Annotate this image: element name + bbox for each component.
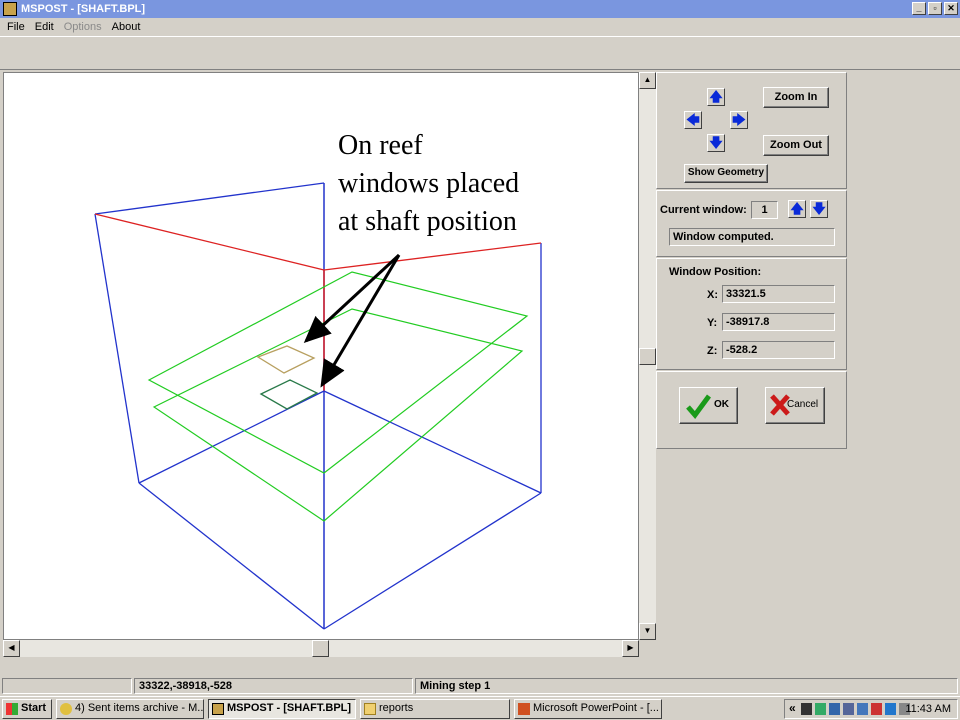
pan-right-icon[interactable]: 🡆 — [730, 111, 748, 129]
reef-window-upper — [256, 345, 316, 374]
tray-phone-icon[interactable] — [815, 703, 826, 715]
menu-edit[interactable]: Edit — [30, 21, 59, 33]
pan-down-icon[interactable]: 🡇 — [707, 134, 725, 152]
close-button[interactable]: ✕ — [944, 2, 958, 15]
vertical-scroll-thumb[interactable] — [639, 348, 656, 365]
app-icon — [3, 2, 17, 16]
ok-label: OK — [714, 399, 729, 410]
minimize-button[interactable]: _ — [912, 2, 926, 15]
annotation-line: On reef — [338, 130, 423, 161]
cancel-label: Cancel — [787, 399, 819, 410]
tray-icons — [801, 703, 910, 715]
zoom-out-button[interactable]: Zoom Out — [763, 135, 829, 156]
scroll-down-icon[interactable]: ▼ — [639, 623, 656, 640]
reef-planes — [147, 271, 529, 522]
x-field[interactable]: 33321.5 — [722, 285, 835, 303]
toolbar-area — [0, 36, 960, 70]
box-edges — [94, 182, 542, 630]
z-label: Z: — [707, 345, 718, 357]
action-panel: OK Cancel — [656, 371, 847, 449]
window-position-panel: Window Position: X: 33321.5 Y: -38917.8 … — [656, 258, 847, 370]
task-powerpoint[interactable]: Microsoft PowerPoint - [... — [514, 699, 662, 719]
zoom-in-button[interactable]: Zoom In — [763, 87, 829, 108]
tray-wave-icon[interactable] — [857, 703, 868, 715]
ok-button[interactable]: OK — [679, 387, 738, 424]
tray-network-icon[interactable] — [829, 703, 840, 715]
task-label: Microsoft PowerPoint - [... — [533, 702, 659, 714]
outlook-icon — [60, 703, 72, 715]
geometry-viewport[interactable]: On reef windows placed at shaft position — [3, 72, 639, 640]
x-label: X: — [707, 289, 718, 301]
restore-button[interactable]: ▫ — [928, 2, 942, 15]
scroll-right-icon[interactable]: ▶ — [622, 640, 639, 657]
annotation-line: windows placed — [338, 168, 520, 199]
tray-expand-icon[interactable]: « — [789, 701, 796, 715]
vertical-scrollbar[interactable]: ▲ ▼ — [639, 72, 656, 640]
window-title: MSPOST - [SHAFT.BPL] — [21, 3, 146, 15]
menu-options: Options — [63, 21, 102, 33]
task-label: reports — [379, 702, 414, 714]
horizontal-scroll-thumb[interactable] — [312, 640, 329, 657]
scroll-corner — [639, 640, 656, 657]
status-cell-empty — [2, 678, 132, 694]
reef-window-lower — [259, 379, 319, 410]
status-coordinates: 33322,-38918,-528 — [134, 678, 413, 694]
powerpoint-icon — [518, 703, 530, 715]
folder-icon — [364, 703, 376, 715]
scroll-left-icon[interactable]: ◀ — [3, 640, 20, 657]
tray-monitor-icon[interactable] — [843, 703, 854, 715]
pan-left-icon[interactable]: 🡄 — [684, 111, 702, 129]
annotation-line: at shaft position — [338, 206, 517, 237]
window-status-field: Window computed. — [669, 228, 835, 246]
menu-bar: File Edit Options About — [0, 18, 960, 36]
y-label: Y: — [707, 317, 718, 329]
window-next-icon[interactable]: 🡅 — [788, 200, 806, 218]
mspost-icon — [212, 703, 224, 715]
check-icon — [686, 394, 711, 419]
task-label: 4) Sent items archive - M... — [75, 702, 204, 714]
navigation-panel: 🡅 🡄 🡆 🡇 Zoom In Zoom Out Show Geometry — [656, 72, 847, 189]
window-position-title: Window Position: — [669, 266, 762, 278]
tray-shield-icon[interactable] — [871, 703, 882, 715]
clock: 11:43 AM — [905, 703, 951, 715]
task-reports[interactable]: reports — [360, 699, 510, 719]
current-window-panel: Current window: 1 🡅 🡇 Window computed. — [656, 190, 847, 257]
status-bar: 33322,-38918,-528 Mining step 1 — [0, 677, 960, 695]
status-mode: Mining step 1 — [415, 678, 958, 694]
task-mspost[interactable]: MSPOST - [SHAFT.BPL] — [208, 699, 356, 719]
task-label: MSPOST - [SHAFT.BPL] — [227, 702, 352, 714]
tray-pen-icon[interactable] — [801, 703, 812, 715]
system-tray: « 11:43 AM — [784, 699, 958, 719]
z-field[interactable]: -528.2 — [722, 341, 835, 359]
window-prev-icon[interactable]: 🡇 — [810, 200, 828, 218]
tray-bluetooth-icon[interactable] — [885, 703, 896, 715]
current-window-field[interactable]: 1 — [751, 201, 778, 219]
menu-about[interactable]: About — [107, 21, 146, 33]
current-window-label: Current window: — [660, 204, 747, 216]
pan-up-icon[interactable]: 🡅 — [707, 88, 725, 106]
y-field[interactable]: -38917.8 — [722, 313, 835, 331]
task-outlook[interactable]: 4) Sent items archive - M... — [56, 699, 204, 719]
start-button[interactable]: Start — [2, 699, 52, 719]
title-bar: MSPOST - [SHAFT.BPL] _ ▫ ✕ — [0, 0, 960, 18]
cancel-button[interactable]: Cancel — [765, 387, 825, 424]
horizontal-scrollbar[interactable]: ◀ ▶ — [3, 640, 639, 657]
scroll-up-icon[interactable]: ▲ — [639, 72, 656, 89]
annotation-text: On reef windows placed at shaft position — [338, 127, 638, 241]
window-controls: _ ▫ ✕ — [912, 2, 958, 15]
menu-file[interactable]: File — [2, 21, 30, 33]
show-geometry-button[interactable]: Show Geometry — [684, 164, 768, 183]
annotation-arrows — [303, 253, 401, 388]
taskbar: Start 4) Sent items archive - M... MSPOS… — [0, 696, 960, 720]
